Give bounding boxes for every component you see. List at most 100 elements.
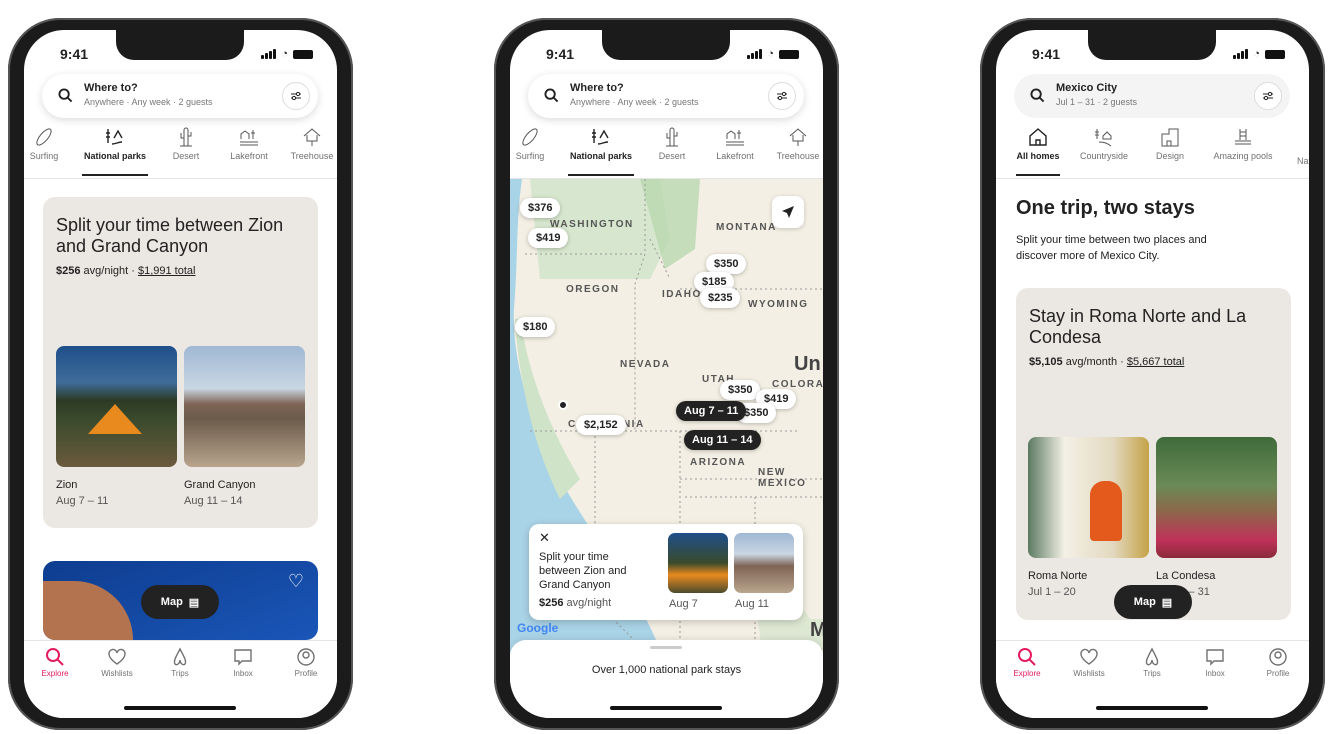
price-suffix: avg/night · xyxy=(80,265,138,277)
countryside-icon xyxy=(1095,129,1112,147)
total-link[interactable]: $5,667 total xyxy=(1127,356,1185,368)
category-desert[interactable]: Desert xyxy=(170,126,202,161)
category-design[interactable]: Design xyxy=(1152,126,1188,161)
photo-la-condesa[interactable] xyxy=(1156,437,1277,558)
tab-wishlists[interactable]: Wishlists xyxy=(86,647,148,678)
tab-profile[interactable]: Profile xyxy=(1247,647,1309,678)
category-lakefront[interactable]: Lakefront xyxy=(226,126,272,161)
map-label: Un xyxy=(794,353,821,375)
price-pin[interactable]: $350 xyxy=(720,380,761,400)
category-national-parks[interactable]: National parks xyxy=(82,126,148,176)
category-surfing[interactable]: Surfing xyxy=(26,126,62,161)
split-stay-card[interactable]: Stay in Roma Norte and La Condesa $5,105… xyxy=(1016,288,1291,620)
card-price: $256 avg/night · $1,991 total xyxy=(56,265,195,277)
price-pin[interactable]: $350 xyxy=(706,254,747,274)
home-indicator xyxy=(124,706,236,710)
search-bar[interactable]: Mexico City Jul 1 – 31 · 2 guests xyxy=(1014,74,1290,118)
date-pin[interactable]: Aug 11 – 14 xyxy=(684,430,761,450)
search-title: Where to? xyxy=(84,82,138,94)
tab-wishlists[interactable]: Wishlists xyxy=(1058,647,1120,678)
category-national-parks[interactable]: National parks xyxy=(568,126,634,176)
category-all-homes[interactable]: All homes xyxy=(1016,126,1060,176)
stay-dates: Aug 11 – 14 xyxy=(184,495,243,507)
home-indicator xyxy=(610,706,722,710)
search-title: Mexico City xyxy=(1056,82,1118,94)
split-stay-card[interactable]: Split your time between Zion and Grand C… xyxy=(43,197,318,528)
card-title: Split your time between Zion and Grand C… xyxy=(56,215,284,256)
airbnb-logo-icon xyxy=(173,647,187,666)
trip-info-card[interactable]: ✕ Split your time between Zion and Grand… xyxy=(529,524,803,620)
tab-inbox[interactable]: Inbox xyxy=(1184,647,1246,678)
signal-icon xyxy=(1233,49,1249,59)
search-bar[interactable]: Where to? Anywhere · Any week · 2 guests xyxy=(528,74,804,118)
category-lakefront[interactable]: Lakefront xyxy=(712,126,758,161)
category-treehouse[interactable]: Treehouse xyxy=(774,126,822,161)
category-treehouse[interactable]: Treehouse xyxy=(288,126,336,161)
stay-dates: Aug 7 – 11 xyxy=(56,495,109,507)
status-time: 9:41 xyxy=(546,46,575,62)
tab-inbox[interactable]: Inbox xyxy=(212,647,274,678)
date-pin[interactable]: Aug 7 – 11 xyxy=(676,401,747,421)
tab-trips[interactable]: Trips xyxy=(1121,647,1183,678)
page-subheading: Split your time between two places and d… xyxy=(1016,234,1207,262)
map-button[interactable]: Map ▤ xyxy=(1114,585,1192,619)
price-pin[interactable]: $376 xyxy=(520,198,561,218)
sheet-handle[interactable] xyxy=(650,646,682,649)
category-national-parks[interactable]: Nati xyxy=(1290,156,1309,166)
status-time: 9:41 xyxy=(60,46,89,62)
national-park-icon xyxy=(592,129,609,145)
tab-explore[interactable]: Explore xyxy=(24,647,86,678)
category-countryside[interactable]: Countryside xyxy=(1076,126,1132,161)
listing-photo xyxy=(43,581,133,640)
price-suffix: avg/night xyxy=(563,597,612,609)
heart-icon xyxy=(1080,648,1098,665)
locate-button[interactable] xyxy=(772,196,804,228)
category-surfing[interactable]: Surfing xyxy=(512,126,548,161)
surfboard-icon xyxy=(522,128,538,146)
search-icon xyxy=(46,648,64,666)
tab-trips[interactable]: Trips xyxy=(149,647,211,678)
national-park-icon xyxy=(106,129,123,145)
wifi-icon: ◔ xyxy=(1253,48,1260,60)
total-link[interactable]: $1,991 total xyxy=(138,265,196,277)
stay-name: Zion xyxy=(56,479,78,491)
filter-icon xyxy=(777,91,787,101)
filter-button[interactable] xyxy=(768,82,796,110)
price-pin[interactable]: $2,152 xyxy=(576,415,626,435)
photo-grand-canyon[interactable] xyxy=(184,346,305,467)
category-desert[interactable]: Desert xyxy=(656,126,688,161)
search-icon xyxy=(544,88,559,103)
battery-icon xyxy=(1265,49,1285,59)
price-pin[interactable]: $235 xyxy=(700,288,741,308)
map-button[interactable]: Map ▤ xyxy=(141,585,219,619)
map-label: IDAHO xyxy=(662,289,702,300)
price-amount: $256 xyxy=(539,597,564,609)
wifi-icon: ◔ xyxy=(767,48,774,60)
heart-icon[interactable]: ♡ xyxy=(288,571,304,592)
google-logo: Google xyxy=(517,621,559,635)
airbnb-logo-icon xyxy=(1145,647,1159,666)
tab-profile[interactable]: Profile xyxy=(275,647,337,678)
close-icon[interactable]: ✕ xyxy=(539,530,550,546)
tab-explore[interactable]: Explore xyxy=(996,647,1058,678)
price-pin[interactable]: $180 xyxy=(515,317,556,337)
filter-button[interactable] xyxy=(282,82,310,110)
stay-date: Aug 7 xyxy=(669,598,698,610)
map-button-label: Map xyxy=(160,596,183,608)
search-icon xyxy=(58,88,73,103)
filter-button[interactable] xyxy=(1254,82,1282,110)
map-label: M xyxy=(810,619,823,641)
search-bar[interactable]: Where to? Anywhere · Any week · 2 guests xyxy=(42,74,318,118)
price-pin[interactable]: $419 xyxy=(528,228,569,248)
filter-icon xyxy=(1263,91,1273,101)
photo-zion[interactable] xyxy=(56,346,177,467)
screen: 9:41 ◔ Where to? Anywhere · Any week · 2… xyxy=(510,30,823,718)
cactus-icon xyxy=(180,127,192,147)
screen: 9:41 ◔ Where to? Anywhere · Any week · 2… xyxy=(24,30,337,718)
map[interactable]: WASHINGTON MONTANA OREGON IDAHO WYOMING … xyxy=(510,179,823,659)
photo-roma-norte[interactable] xyxy=(1028,437,1149,558)
phone-explore: 9:41 ◔ Where to? Anywhere · Any week · 2… xyxy=(8,18,353,730)
message-icon xyxy=(1206,649,1224,666)
phone-mexico-city: 9:41 ◔ Mexico City Jul 1 – 31 · 2 guests… xyxy=(980,18,1325,730)
category-amazing-pools[interactable]: Amazing pools xyxy=(1208,126,1278,161)
